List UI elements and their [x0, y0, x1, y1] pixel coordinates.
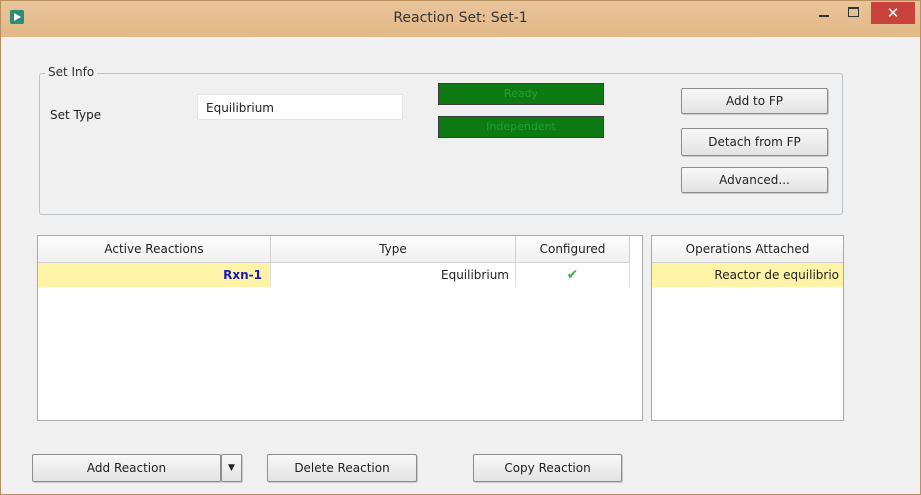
detach-from-fp-button[interactable]: Detach from FP	[681, 128, 828, 156]
minimize-icon[interactable]	[809, 2, 839, 24]
column-header-active-reactions[interactable]: Active Reactions	[38, 236, 271, 263]
operations-attached-table[interactable]: Operations Attached Reactor de equilibri…	[651, 235, 844, 421]
set-type-label: Set Type	[50, 108, 102, 122]
maximize-icon[interactable]	[839, 2, 869, 24]
reaction-name-cell[interactable]: Rxn-1	[38, 263, 271, 287]
column-header-type[interactable]: Type	[271, 236, 516, 263]
reaction-configured-cell[interactable]: ✔	[516, 263, 630, 287]
delete-reaction-button[interactable]: Delete Reaction	[267, 454, 417, 482]
reaction-set-window: Reaction Set: Set-1 ✕ Set Info Set Type …	[0, 0, 921, 495]
set-type-field[interactable]: Equilibrium	[197, 94, 403, 120]
add-to-fp-button[interactable]: Add to FP	[681, 88, 828, 114]
column-header-operations-attached[interactable]: Operations Attached	[652, 236, 843, 263]
title-bar[interactable]: Reaction Set: Set-1 ✕	[1, 1, 920, 37]
copy-reaction-button[interactable]: Copy Reaction	[473, 454, 622, 482]
active-reactions-table[interactable]: Active Reactions Type Configured Rxn-1 E…	[37, 235, 643, 421]
add-reaction-button[interactable]: Add Reaction	[32, 454, 221, 482]
window-title: Reaction Set: Set-1	[393, 10, 528, 26]
status-independent-indicator: Independent	[438, 116, 604, 138]
set-info-legend: Set Info	[45, 65, 98, 79]
advanced-button[interactable]: Advanced...	[681, 167, 828, 193]
close-icon[interactable]: ✕	[871, 2, 915, 24]
check-icon: ✔	[566, 267, 579, 283]
status-ready-indicator: Ready	[438, 83, 604, 105]
chevron-down-icon[interactable]: ▼	[221, 454, 242, 482]
operation-row[interactable]: Reactor de equilibrio	[652, 263, 843, 287]
column-header-configured[interactable]: Configured	[516, 236, 630, 263]
reaction-type-cell[interactable]: Equilibrium	[271, 263, 516, 287]
